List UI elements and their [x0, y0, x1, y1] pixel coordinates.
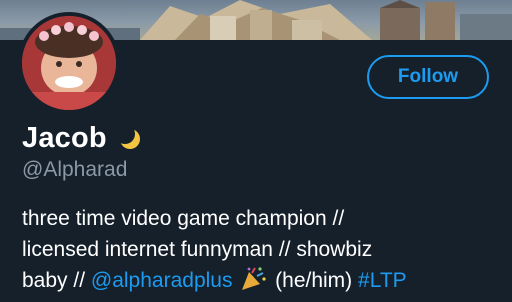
- profile-page: Follow Jacob @Alpharad three time video …: [0, 0, 512, 302]
- profile-handle: @Alpharad: [22, 158, 128, 181]
- bio-line-3: baby // @alpharadplus (he/him) #LTP: [22, 265, 492, 296]
- avatar-image: [22, 16, 116, 110]
- pronouns: (he/him): [275, 269, 353, 292]
- party-popper-icon: [240, 267, 266, 291]
- avatar[interactable]: [18, 12, 120, 114]
- bio-line-2: licensed internet funnyman // showbiz: [22, 238, 373, 261]
- crescent-moon-icon: [114, 124, 145, 152]
- bio-line-1: three time video game champion //: [22, 207, 345, 230]
- mention-link[interactable]: @alpharadplus: [91, 269, 233, 292]
- hashtag-link[interactable]: #LTP: [358, 269, 407, 292]
- bio-text-prefix: baby //: [22, 269, 91, 292]
- profile-bio: three time video game champion // licens…: [22, 203, 492, 296]
- profile-name-row: Jacob: [22, 118, 145, 158]
- display-name: Jacob: [22, 121, 107, 154]
- follow-button[interactable]: Follow: [367, 55, 489, 99]
